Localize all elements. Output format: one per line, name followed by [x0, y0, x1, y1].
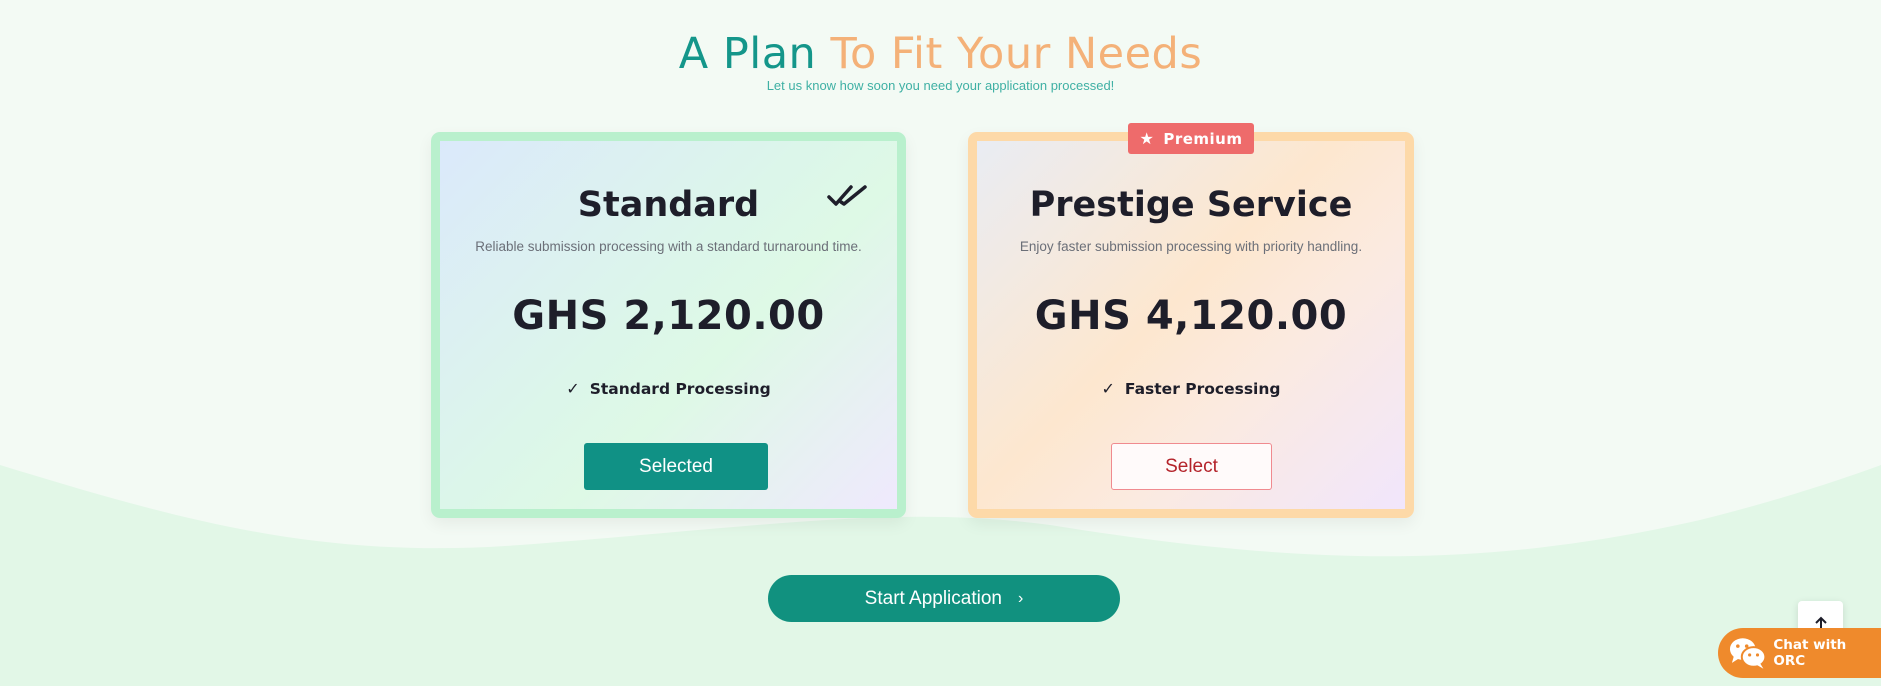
plan-name: Standard: [577, 185, 760, 225]
premium-badge: ★ Premium: [1128, 123, 1254, 154]
selected-button[interactable]: Selected: [584, 443, 768, 490]
premium-badge-label: Premium: [1163, 129, 1243, 148]
plan-name: Prestige Service: [1029, 185, 1353, 225]
page-subtitle: Let us know how soon you need your appli…: [766, 78, 1115, 93]
plan-feature-label: Standard Processing: [589, 380, 771, 398]
title-part-1: A Plan: [678, 29, 817, 79]
plan-feature: ✓ Faster Processing: [977, 379, 1405, 398]
chat-button[interactable]: Chat with ORC: [1718, 628, 1881, 678]
plan-price: GHS 4,120.00: [1034, 293, 1348, 339]
plan-card-prestige[interactable]: Prestige Service Enjoy faster submission…: [968, 132, 1414, 518]
chat-button-label: Chat with ORC: [1773, 637, 1847, 669]
check-icon: ✓: [1101, 379, 1115, 398]
start-application-label: Start Application: [864, 587, 1002, 609]
plan-feature: ✓ Standard Processing: [440, 379, 897, 398]
plan-card-standard[interactable]: Standard Reliable submission processing …: [431, 132, 906, 518]
plan-price: GHS 2,120.00: [512, 293, 825, 339]
plan-description: Reliable submission processing with a st…: [475, 239, 862, 254]
star-icon: ★: [1139, 129, 1155, 148]
select-button[interactable]: Select: [1111, 443, 1272, 490]
check-icon: ✓: [566, 379, 580, 398]
plan-feature-label: Faster Processing: [1124, 380, 1281, 398]
page-title: A Plan To Fit Your Needs: [0, 26, 1881, 82]
plan-description: Enjoy faster submission processing with …: [1019, 239, 1363, 254]
wechat-icon: [1729, 638, 1767, 669]
title-part-2: To Fit Your Needs: [830, 29, 1203, 79]
chevron-right-icon: ›: [1017, 589, 1024, 607]
start-application-button[interactable]: Start Application ›: [768, 575, 1120, 622]
page-header: A Plan To Fit Your Needs Let us know how…: [0, 26, 1881, 93]
